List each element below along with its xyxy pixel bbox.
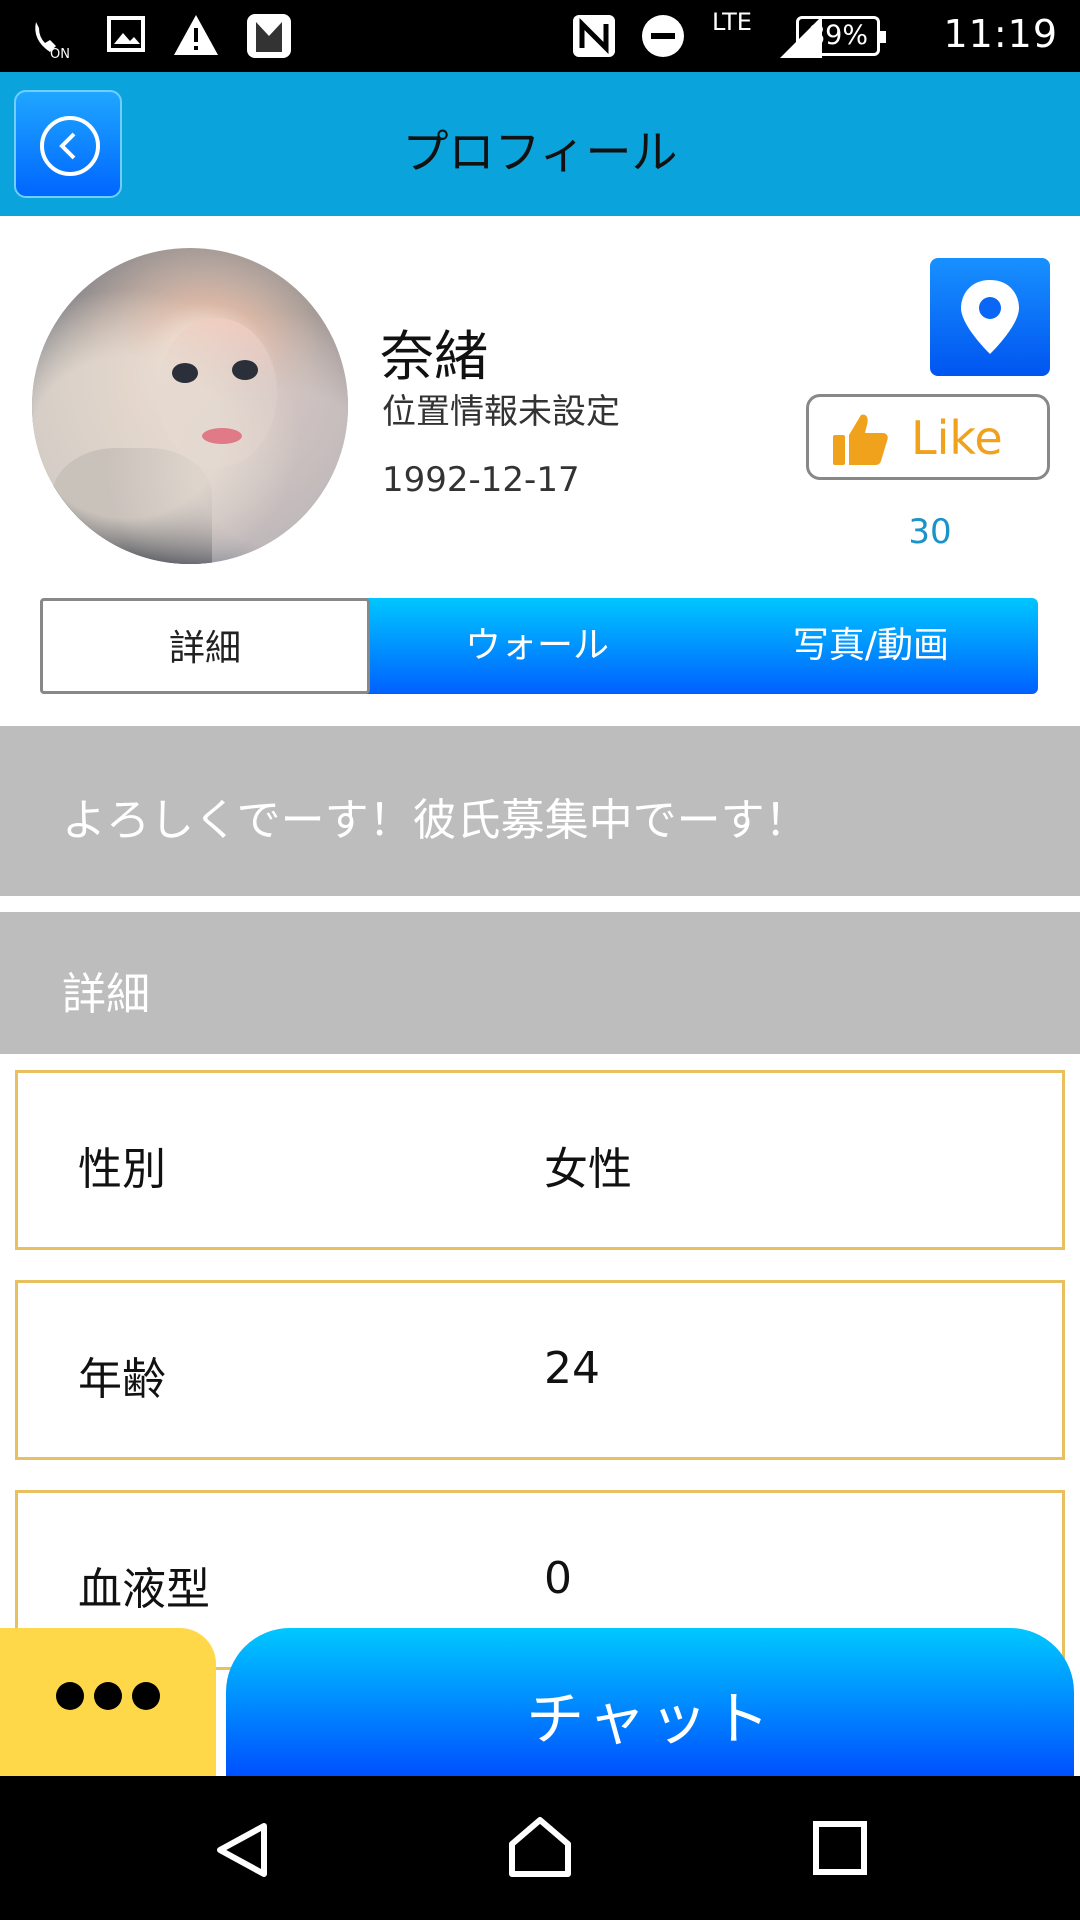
- profile-birthdate: 1992-12-17: [382, 460, 580, 500]
- network-type: LTE: [712, 8, 752, 36]
- like-button[interactable]: Like: [806, 394, 1050, 480]
- tab-photos-videos[interactable]: 写真/動画: [704, 598, 1038, 694]
- battery-indicator: 89%: [796, 16, 886, 56]
- do-not-disturb-icon: [642, 15, 684, 57]
- detail-label: 性別: [78, 1144, 166, 1195]
- tab-details[interactable]: 詳細: [40, 598, 370, 694]
- like-label: Like: [911, 411, 1003, 465]
- detail-value: 0: [544, 1553, 572, 1604]
- triangle-back-icon[interactable]: [210, 1820, 274, 1880]
- chat-button[interactable]: チャット: [226, 1628, 1074, 1776]
- nfc-icon: [573, 15, 615, 57]
- svg-text:ON: ON: [50, 47, 70, 62]
- like-count: 30: [908, 512, 952, 552]
- detail-row-age: 年齢 24: [15, 1280, 1065, 1460]
- app-notification-icon: [247, 14, 291, 58]
- profile-tabs: 詳細 ウォール 写真/動画: [40, 598, 1038, 694]
- page-title: プロフィール: [402, 125, 678, 179]
- app-header: プロフィール: [0, 72, 1080, 216]
- detail-row-gender: 性別 女性: [15, 1070, 1065, 1250]
- home-icon[interactable]: [506, 1814, 574, 1880]
- square-recents-icon[interactable]: [812, 1820, 868, 1876]
- chat-label: チャット: [526, 1685, 774, 1753]
- bio-banner: よろしくでーす！彼氏募集中でーす！: [0, 726, 1080, 896]
- tab-wall[interactable]: ウォール: [370, 598, 704, 694]
- warning-icon: [174, 15, 218, 55]
- avatar[interactable]: [32, 248, 348, 564]
- clock: 11:19: [943, 12, 1058, 56]
- navigation-bar: [0, 1776, 1080, 1920]
- detail-label: 年齢: [78, 1354, 166, 1405]
- status-bar: ON LTE 89% 11:19: [0, 0, 1080, 72]
- detail-value: 女性: [544, 1144, 632, 1195]
- more-button[interactable]: [0, 1628, 216, 1776]
- map-pin-icon: [961, 280, 1019, 354]
- details-title: 詳細: [62, 969, 150, 1020]
- thumbs-up-icon: [833, 414, 888, 465]
- profile-name: 奈緒: [380, 325, 488, 388]
- location-button[interactable]: [930, 258, 1050, 376]
- detail-label: 血液型: [78, 1564, 210, 1615]
- detail-value: 24: [544, 1343, 600, 1394]
- details-section-header: 詳細: [0, 912, 1080, 1054]
- profile-location: 位置情報未設定: [382, 392, 620, 432]
- bio-text: よろしくでーす！彼氏募集中でーす！: [62, 795, 809, 846]
- wifi-calling-icon: ON: [35, 22, 70, 62]
- image-icon: [107, 16, 145, 52]
